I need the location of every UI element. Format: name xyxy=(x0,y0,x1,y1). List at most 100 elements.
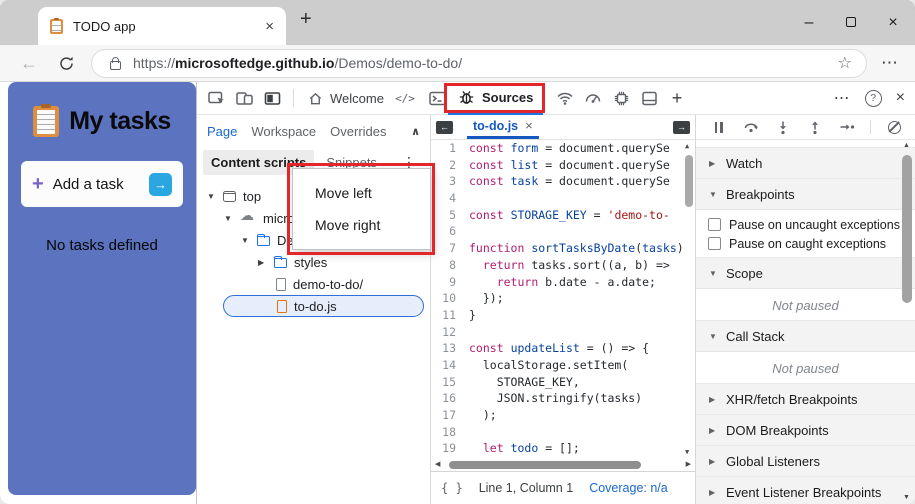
code-area[interactable]: 1 const form = document.querySe 2 const lis… xyxy=(431,140,695,458)
section-dom-breakpoints[interactable]: ▶ DOM Breakpoints xyxy=(696,414,915,446)
tree-item-demo-to-do[interactable]: demo-to-do/ xyxy=(197,273,430,295)
section-label: Call Stack xyxy=(726,328,785,344)
code-line: 9 return b.date - a.date; xyxy=(431,274,695,291)
application-panel-icon[interactable] xyxy=(638,87,660,109)
browser-menu-icon[interactable]: ⋯ xyxy=(881,53,899,73)
tab-page[interactable]: Page xyxy=(207,124,237,139)
section-label: Watch xyxy=(726,155,763,171)
section-breakpoints[interactable]: ▼ Breakpoints xyxy=(696,178,915,210)
tree-expander-icon[interactable]: ▼ xyxy=(207,192,222,201)
help-icon[interactable]: ? xyxy=(864,89,882,107)
hide-navigator-icon[interactable]: ← xyxy=(436,120,453,134)
add-task-submit-button[interactable]: → xyxy=(149,172,172,196)
vertical-scroll-thumb[interactable] xyxy=(685,155,693,207)
section-caret-icon: ▼ xyxy=(709,331,717,341)
add-task-form[interactable]: + Add a task → xyxy=(21,161,183,207)
step-out-icon[interactable] xyxy=(806,119,823,136)
step-icon[interactable] xyxy=(838,119,855,136)
url-text[interactable]: https://microsoftedge.github.io/Demos/de… xyxy=(133,55,462,71)
code-line: 1 const form = document.querySe xyxy=(431,140,695,157)
file-tab-close-icon[interactable]: × xyxy=(525,118,533,133)
tab-overrides[interactable]: Overrides xyxy=(330,124,386,139)
section-call-stack[interactable]: ▼ Call Stack xyxy=(696,320,915,352)
section-watch[interactable]: ▶ Watch xyxy=(696,147,915,179)
devtools-menu-icon[interactable]: ⋯ xyxy=(834,88,851,108)
devtools-close-icon[interactable]: × xyxy=(896,89,905,107)
checkbox-row-pause-on-uncaught-exceptions[interactable]: Pause on uncaught exceptions xyxy=(708,215,915,234)
deactivate-breakpoints-icon[interactable] xyxy=(886,119,903,136)
tab-welcome[interactable]: Welcome xyxy=(302,82,390,114)
section-caret-icon: ▼ xyxy=(709,268,717,278)
editor-vertical-scrollbar[interactable]: ▲ ▼ xyxy=(683,140,695,458)
tree-expander-icon[interactable]: ▼ xyxy=(241,236,256,245)
inspect-element-icon[interactable] xyxy=(205,87,227,109)
horizontal-scroll-thumb[interactable] xyxy=(449,460,641,469)
collapse-chevron-icon[interactable]: ∧ xyxy=(411,125,420,138)
menu-item-move-left[interactable]: Move left xyxy=(315,185,430,201)
line-number: 18 xyxy=(442,424,456,439)
coverage-link[interactable]: Coverage: n/a xyxy=(589,481,668,495)
memory-panel-icon[interactable] xyxy=(610,87,632,109)
dock-side-icon[interactable] xyxy=(261,87,283,109)
window-close-button[interactable]: × xyxy=(881,14,905,32)
section-xhr-fetch-breakpoints[interactable]: ▶ XHR/fetch Breakpoints xyxy=(696,383,915,415)
checkbox-row-pause-on-caught-exceptions[interactable]: Pause on caught exceptions xyxy=(708,234,915,253)
browser-navbar: ← https://microsoftedge.github.io/Demos/… xyxy=(0,45,915,82)
menu-item-move-right[interactable]: Move right xyxy=(315,217,430,233)
clipboard-logo-icon xyxy=(33,104,60,137)
section-global-listeners[interactable]: ▶ Global Listeners xyxy=(696,445,915,477)
back-button[interactable]: ← xyxy=(20,53,38,74)
scroll-down-icon[interactable]: ▼ xyxy=(685,448,689,456)
network-panel-icon[interactable] xyxy=(554,87,576,109)
pretty-print-icon[interactable]: { } xyxy=(441,481,463,495)
sidebar-scrollbar[interactable]: ▲ ▼ xyxy=(901,142,913,501)
tree-item-styles[interactable]: ▶ styles xyxy=(197,251,430,273)
pause-script-icon[interactable] xyxy=(710,119,727,136)
scroll-right-icon[interactable]: ▶ xyxy=(686,460,691,468)
section-scope[interactable]: ▼ Scope xyxy=(696,257,915,289)
step-over-icon[interactable] xyxy=(742,119,759,136)
minimize-button[interactable]: – xyxy=(797,14,821,32)
tree-expander-icon[interactable]: ▼ xyxy=(224,214,239,223)
console-panel-icon[interactable] xyxy=(426,87,448,109)
device-emulation-icon[interactable] xyxy=(233,87,255,109)
add-task-input[interactable]: Add a task xyxy=(53,176,124,193)
line-number: 13 xyxy=(442,341,456,356)
editor-horizontal-scrollbar[interactable]: ◀ ▶ xyxy=(431,458,695,471)
tab-workspace[interactable]: Workspace xyxy=(251,124,316,139)
scroll-up-icon[interactable]: ▲ xyxy=(685,142,689,150)
section-event-listener-breakpoints[interactable]: ▶ Event Listener Breakpoints xyxy=(696,476,915,504)
code-line: 18 xyxy=(431,424,695,441)
performance-panel-icon[interactable] xyxy=(582,87,604,109)
maximize-button[interactable] xyxy=(839,14,863,32)
tree-expander-icon[interactable]: ▶ xyxy=(258,258,273,267)
debugger-controls xyxy=(696,115,915,140)
refresh-button[interactable] xyxy=(58,55,75,72)
code-text: STORAGE_KEY, xyxy=(469,374,580,389)
lock-icon[interactable] xyxy=(110,56,121,70)
sidebar-scroll-down-icon[interactable]: ▼ xyxy=(903,494,910,501)
elements-panel-icon[interactable]: </> xyxy=(390,92,420,105)
more-tabs-button[interactable]: + xyxy=(666,87,688,109)
checkbox[interactable] xyxy=(708,218,721,231)
address-bar[interactable]: https://microsoftedge.github.io/Demos/de… xyxy=(91,48,867,78)
tab-close-icon[interactable]: × xyxy=(265,18,274,35)
browser-tab[interactable]: TODO app × xyxy=(38,7,286,45)
sidebar-scroll-up-icon[interactable]: ▲ xyxy=(903,142,910,149)
tab-sources[interactable]: Sources xyxy=(448,82,544,115)
scroll-left-icon[interactable]: ◀ xyxy=(435,460,440,468)
sources-navigator: Page Workspace Overrides ∧ Content scrip… xyxy=(197,115,435,504)
sidebar-scroll-thumb[interactable] xyxy=(902,155,912,303)
todo-app-title: My tasks xyxy=(69,107,171,135)
step-into-icon[interactable] xyxy=(774,119,791,136)
line-number: 17 xyxy=(442,408,456,422)
tree-item-to-do-js[interactable]: to-do.js xyxy=(223,295,424,317)
new-tab-button[interactable]: + xyxy=(300,8,312,31)
show-debugger-icon[interactable]: → xyxy=(673,120,690,134)
checkbox[interactable] xyxy=(708,237,721,250)
code-line: 5 const STORAGE_KEY = 'demo-to- xyxy=(431,207,695,224)
favorite-star-icon[interactable]: ☆ xyxy=(838,53,852,73)
section-caret-icon: ▶ xyxy=(709,394,716,404)
file-tab-to-do-js[interactable]: to-do.js × xyxy=(467,115,539,139)
